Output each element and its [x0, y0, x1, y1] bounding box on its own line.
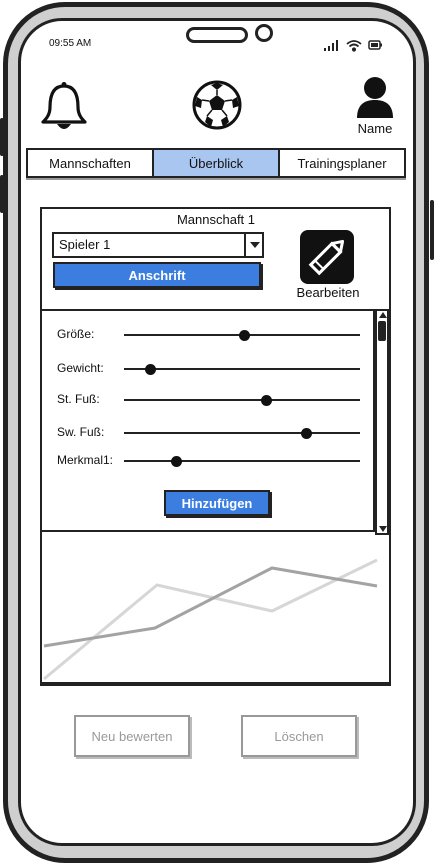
- edit-label[interactable]: Bearbeiten: [290, 285, 366, 300]
- front-camera: [255, 24, 273, 42]
- status-time: 09:55 AM: [49, 38, 92, 49]
- wifi-icon: [346, 40, 362, 52]
- phone-side-button: [0, 175, 4, 213]
- performance-chart: [43, 558, 378, 681]
- tab-divider: [26, 178, 406, 180]
- tab-mannschaften[interactable]: Mannschaften: [28, 150, 154, 176]
- status-icons: [324, 40, 382, 52]
- slider-track[interactable]: [124, 368, 360, 370]
- soccer-ball-icon[interactable]: [192, 80, 242, 130]
- slider-track[interactable]: [124, 432, 360, 434]
- reassess-button[interactable]: Neu bewerten: [74, 715, 190, 757]
- signal-icon: [324, 40, 338, 51]
- slider-label: Gewicht:: [57, 361, 104, 375]
- profile-name-label: Name: [357, 121, 393, 136]
- phone-side-button: [0, 118, 4, 156]
- player-select[interactable]: Spieler 1: [52, 232, 264, 258]
- chevron-down-icon[interactable]: [244, 232, 264, 258]
- team-title: Mannschaft 1: [176, 212, 256, 227]
- slider-knob[interactable]: [144, 364, 156, 375]
- chart-divider: [40, 683, 391, 686]
- user-icon[interactable]: [355, 75, 395, 119]
- chart-line-dark: [43, 566, 378, 648]
- slider-knob[interactable]: [300, 428, 312, 439]
- slider-track[interactable]: [124, 399, 360, 401]
- slider-track[interactable]: [124, 460, 360, 462]
- tab-ueberblick[interactable]: Überblick: [154, 150, 280, 176]
- slider-knob[interactable]: [260, 395, 272, 406]
- slider-knob[interactable]: [170, 456, 182, 467]
- add-button[interactable]: Hinzufügen: [164, 490, 270, 516]
- scroll-down-icon[interactable]: [379, 526, 387, 532]
- delete-button[interactable]: Löschen: [241, 715, 357, 757]
- address-button[interactable]: Anschrift: [53, 262, 261, 288]
- slider-label: St. Fuß:: [57, 392, 100, 406]
- slider-label: Sw. Fuß:: [57, 425, 105, 439]
- scroll-up-icon[interactable]: [379, 312, 387, 318]
- tab-trainingsplaner[interactable]: Trainingsplaner: [280, 150, 404, 176]
- slider-label: Merkmal1:: [57, 453, 114, 467]
- scroll-thumb[interactable]: [378, 321, 386, 341]
- pencil-icon[interactable]: [300, 230, 354, 284]
- slider-label: Größe:: [57, 327, 95, 341]
- tab-bar: Mannschaften Überblick Trainingsplaner: [26, 148, 406, 178]
- scrollbar[interactable]: [375, 309, 389, 535]
- battery-icon: [368, 40, 382, 50]
- bell-icon[interactable]: [40, 80, 88, 132]
- speaker-grille: [186, 27, 248, 43]
- phone-side-button: [430, 200, 434, 260]
